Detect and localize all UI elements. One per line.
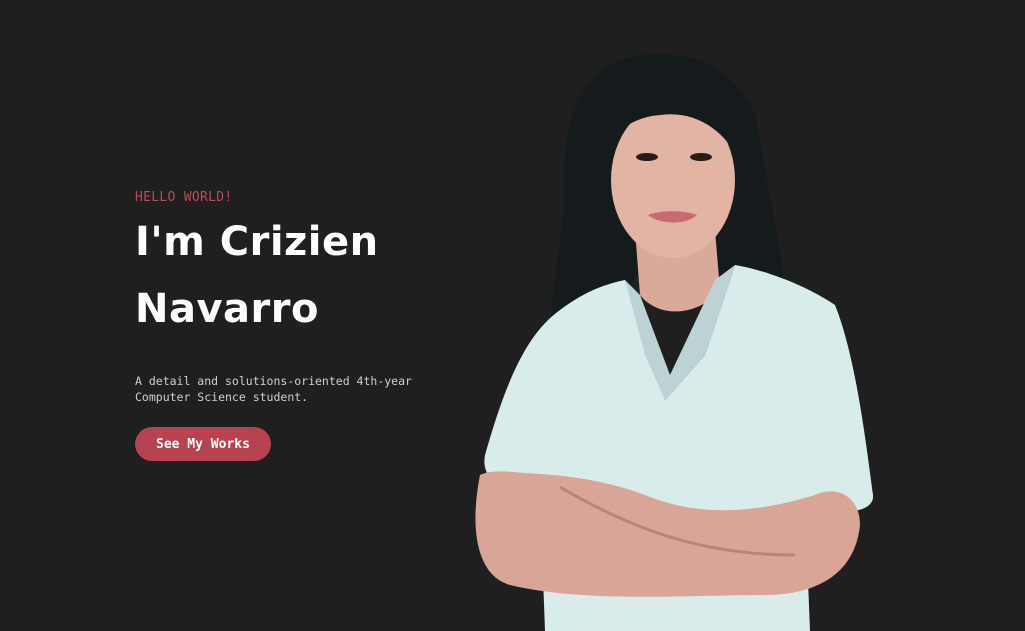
hero-section: HELLO WORLD! I'm Crizien Navarro A detai… [0, 0, 1025, 631]
heading-line-1: I'm Crizien [135, 219, 379, 265]
hero-description: A detail and solutions-oriented 4th-year… [135, 374, 412, 404]
hero-heading: I'm Crizien Navarro [135, 209, 465, 343]
portrait-eye-left [636, 153, 658, 161]
greeting-text: HELLO WORLD! [135, 190, 233, 205]
see-my-works-button[interactable]: See My Works [135, 427, 271, 461]
portrait-eye-right [690, 153, 712, 161]
portrait-photo [475, 55, 874, 631]
heading-line-2: Navarro [135, 286, 319, 332]
hero-text: HELLO WORLD! I'm Crizien Navarro A detai… [135, 190, 465, 461]
